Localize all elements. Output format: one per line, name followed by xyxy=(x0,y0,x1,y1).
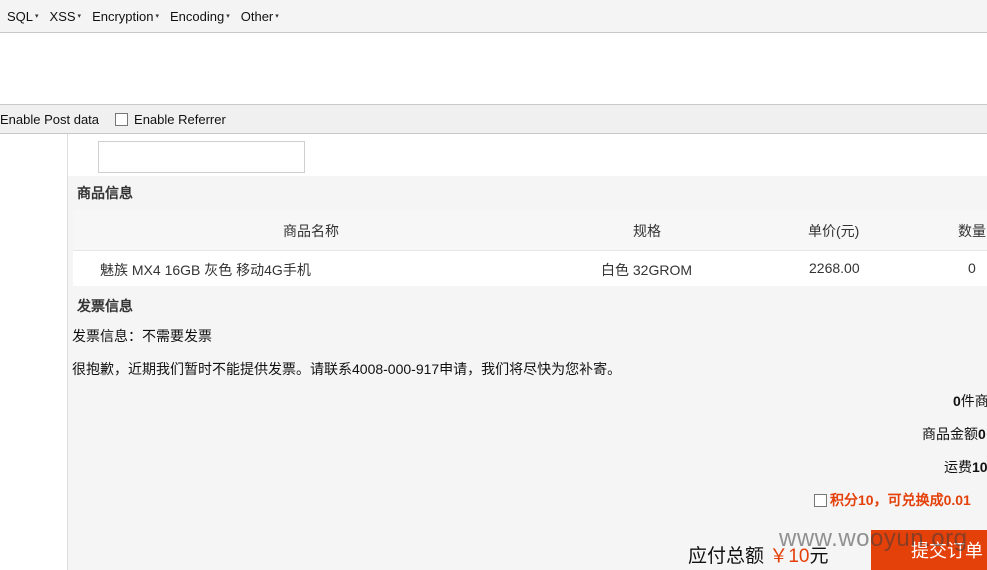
points-checkbox[interactable] xyxy=(814,493,827,507)
order-page: 商品信息 商品名称 规格 单价(元) 数量 魅族 MX4 16GB 灰色 移动4… xyxy=(68,134,987,570)
enable-referrer-checkbox[interactable] xyxy=(115,112,129,126)
menu-other[interactable]: Other ▾ xyxy=(241,9,279,24)
watermark: www.wooyun.org xyxy=(779,525,968,552)
url-textarea[interactable] xyxy=(0,33,987,103)
chevron-down-icon: ▾ xyxy=(226,13,230,20)
menu-encryption[interactable]: Encryption ▾ xyxy=(92,9,159,24)
product-quantity: 0 xyxy=(968,260,976,276)
product-section-title: 商品信息 xyxy=(77,185,133,201)
header-spec: 规格 xyxy=(633,223,661,239)
goods-amount-label: 商品金额 xyxy=(922,426,978,442)
item-count-number: 0 xyxy=(953,393,961,409)
goods-amount: 商品金额0 xyxy=(922,424,986,444)
menu-encoding-label: Encoding xyxy=(170,8,225,24)
shipping-value: 10 xyxy=(972,459,987,475)
table-header: 商品名称 规格 单价(元) 数量 xyxy=(73,210,987,251)
goods-amount-value: 0 xyxy=(978,426,986,442)
item-count-text: 件商 xyxy=(960,393,987,409)
input-box[interactable] xyxy=(98,141,305,173)
chevron-down-icon: ▾ xyxy=(275,13,279,20)
menu-encryption-label: Encryption xyxy=(92,8,154,24)
product-table: 商品名称 规格 单价(元) 数量 魅族 MX4 16GB 灰色 移动4G手机 白… xyxy=(73,210,987,286)
enable-post-data-label[interactable]: Enable Post data xyxy=(0,112,99,127)
chevron-down-icon: ▾ xyxy=(155,13,159,20)
header-quantity: 数量 xyxy=(958,223,986,239)
product-name[interactable]: 魅族 MX4 16GB 灰色 移动4G手机 xyxy=(100,260,311,280)
invoice-notice: 很抱歉，近期我们暂时不能提供发票。请联系4008-000-917申请，我们将尽快… xyxy=(72,361,622,377)
product-spec: 白色 32GROM xyxy=(601,262,693,278)
header-product-name: 商品名称 xyxy=(283,223,339,239)
invoice-section-title: 发票信息 xyxy=(77,298,133,314)
chevron-down-icon: ▾ xyxy=(77,13,82,20)
header-unit-price: 单价(元) xyxy=(808,223,860,239)
item-count: 0件商 xyxy=(953,391,987,411)
top-area xyxy=(68,134,987,176)
menu-sql-label: SQL xyxy=(7,8,34,24)
options-bar: Enable Post data Enable Referrer xyxy=(0,104,987,134)
chevron-down-icon: ▾ xyxy=(35,13,39,20)
page-left-gutter xyxy=(0,134,68,570)
total-label: 应付总额 xyxy=(688,546,765,567)
menu-encoding[interactable]: Encoding ▾ xyxy=(170,9,230,24)
points-option: 积分10，可兑换成0.01 xyxy=(814,490,971,510)
menu-xss-label: XSS xyxy=(49,8,76,24)
enable-referrer-label[interactable]: Enable Referrer xyxy=(134,112,226,127)
menu-sql[interactable]: SQL ▾ xyxy=(7,9,39,24)
shipping-label: 运费 xyxy=(944,459,972,475)
invoice-status: 发票信息：不需要发票 xyxy=(72,328,212,344)
points-text: 积分10，可兑换成0.01 xyxy=(830,492,971,508)
menu-other-label: Other xyxy=(240,8,274,24)
shipping-fee: 运费10 xyxy=(944,457,987,477)
menu-xss[interactable]: XSS ▾ xyxy=(50,9,82,24)
hackbar-menubar: SQL ▾ XSS ▾ Encryption ▾ Encoding ▾ Other ▾ xyxy=(0,0,987,33)
product-price: 2268.00 xyxy=(809,260,860,276)
